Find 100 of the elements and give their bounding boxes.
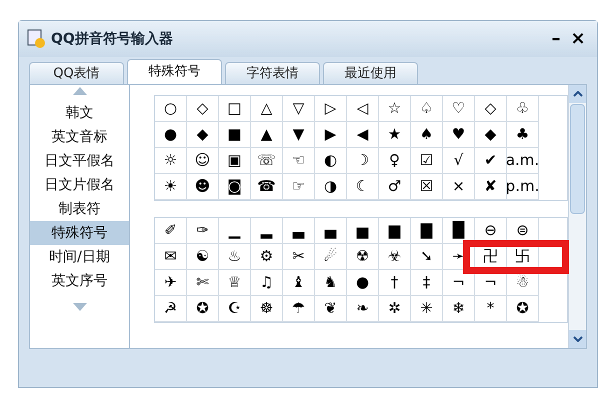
scroll-down-icon[interactable]	[572, 336, 582, 342]
symbol[interactable]: ✈	[164, 275, 177, 290]
scrollbar[interactable]	[568, 85, 586, 348]
symbol[interactable]: †	[390, 275, 398, 290]
symbol[interactable]: ❧	[356, 301, 369, 316]
symbol[interactable]: ♣	[516, 127, 530, 142]
symbol[interactable]: ❦	[324, 301, 337, 316]
symbol[interactable]: ●	[356, 275, 370, 290]
tab[interactable]: 最近使用	[323, 62, 418, 84]
sidebar-item[interactable]: 日文片假名	[30, 173, 129, 197]
symbol[interactable]: ¬	[484, 275, 497, 290]
symbol[interactable]: ×	[452, 179, 465, 194]
symbol[interactable]: ☎	[257, 179, 276, 194]
symbol[interactable]: ●	[164, 127, 178, 142]
tab[interactable]: 字符表情	[225, 62, 320, 84]
symbol[interactable]: ◁	[356, 101, 368, 116]
symbol[interactable]: ☼	[164, 153, 178, 168]
symbol[interactable]: ▶	[324, 127, 336, 142]
symbol[interactable]: ◀	[356, 127, 368, 142]
symbol[interactable]: 卐	[515, 249, 530, 264]
symbol[interactable]: ⊖	[484, 223, 497, 238]
symbol[interactable]: ☞	[292, 179, 306, 194]
symbol[interactable]: ▁	[228, 223, 240, 238]
symbol[interactable]: ⊜	[516, 223, 529, 238]
symbol[interactable]: ☣	[388, 249, 402, 264]
symbol[interactable]: ✳	[420, 301, 433, 316]
symbol[interactable]: a.m.	[506, 153, 540, 168]
symbol[interactable]: ◙	[227, 179, 242, 194]
symbol[interactable]: ☂	[292, 301, 306, 316]
symbol[interactable]: ◇	[484, 101, 496, 116]
sidebar-item[interactable]: 时间/日期	[30, 245, 129, 269]
symbol[interactable]: ♫	[260, 275, 274, 290]
close-button[interactable]: ×	[567, 30, 589, 48]
symbol[interactable]: ▽	[292, 101, 304, 116]
symbol[interactable]: ☽	[356, 153, 370, 168]
sidebar-item[interactable]: 制表符	[30, 197, 129, 221]
symbol[interactable]: ◑	[324, 179, 338, 194]
symbol[interactable]: √	[454, 153, 464, 168]
symbol[interactable]: *	[486, 301, 494, 316]
symbol[interactable]: ☻	[194, 179, 210, 194]
symbol[interactable]: ♥	[452, 127, 466, 142]
symbol[interactable]: ✉	[164, 249, 177, 264]
symbol[interactable]: ★	[388, 127, 402, 142]
symbol[interactable]: ☃	[516, 275, 530, 290]
sidebar-item[interactable]: 英文音标	[30, 125, 129, 149]
symbol[interactable]: ☢	[356, 249, 370, 264]
symbol[interactable]: ✑	[196, 223, 209, 238]
scroll-up-icon[interactable]	[572, 91, 582, 97]
tab[interactable]: 特殊符号	[127, 59, 222, 84]
symbol[interactable]: ▅	[356, 223, 368, 238]
symbol[interactable]: ✪	[516, 301, 529, 316]
symbol[interactable]: ▇	[420, 223, 432, 238]
symbol[interactable]: ✂	[292, 249, 305, 264]
symbol[interactable]: ▃	[292, 223, 304, 238]
symbol[interactable]: ◆	[196, 127, 208, 142]
symbol[interactable]: △	[260, 101, 272, 116]
symbol[interactable]: ♝	[292, 275, 306, 290]
tab[interactable]: QQ表情	[29, 62, 124, 84]
symbol[interactable]: ☆	[388, 101, 402, 116]
symbol[interactable]: ☏	[257, 153, 276, 168]
symbol[interactable]: ♡	[452, 101, 466, 116]
symbol[interactable]: ❄	[452, 301, 465, 316]
symbol[interactable]: 卍	[483, 249, 498, 264]
symbol[interactable]: ✘	[484, 179, 497, 194]
symbol[interactable]: ☪	[228, 301, 242, 316]
symbol[interactable]: ✲	[388, 301, 401, 316]
sidebar-item[interactable]: 特殊符号	[30, 221, 129, 245]
symbol[interactable]: ✪	[196, 301, 209, 316]
symbol[interactable]: p.m.	[506, 179, 540, 194]
symbol[interactable]: ‡	[422, 275, 430, 290]
symbol[interactable]: ☭	[164, 301, 178, 316]
symbol[interactable]: ☒	[420, 179, 434, 194]
symbol[interactable]: ♤	[420, 101, 434, 116]
sidebar-item[interactable]: 日文平假名	[30, 149, 129, 173]
symbol[interactable]: ☾	[356, 179, 370, 194]
symbol[interactable]: ♕	[228, 275, 242, 290]
symbol[interactable]: ♧	[516, 101, 530, 116]
symbol[interactable]: ♠	[420, 127, 434, 142]
symbol[interactable]: □	[227, 101, 242, 116]
symbol[interactable]: ▆	[388, 223, 400, 238]
symbol[interactable]: ☑	[420, 153, 434, 168]
sidebar-item[interactable]: 韩文	[30, 101, 129, 125]
symbol[interactable]: ▷	[324, 101, 336, 116]
symbol[interactable]: ♂	[388, 179, 402, 194]
symbol[interactable]: ✔	[484, 153, 497, 168]
symbol[interactable]: ✐	[164, 223, 177, 238]
symbol[interactable]: ♞	[324, 275, 338, 290]
symbol[interactable]: ♀	[389, 153, 400, 168]
symbol[interactable]: ▼	[292, 127, 304, 142]
symbol[interactable]: ○	[164, 101, 178, 116]
symbol[interactable]: ▣	[227, 153, 242, 168]
symbol[interactable]: ➘	[420, 249, 433, 264]
symbol[interactable]: ▂	[260, 223, 272, 238]
symbol[interactable]: ▲	[260, 127, 272, 142]
symbol[interactable]: ¬	[452, 275, 465, 290]
symbol[interactable]: ☄	[324, 249, 338, 264]
symbol[interactable]: ◆	[484, 127, 496, 142]
symbol[interactable]: █	[452, 223, 464, 238]
symbol[interactable]: ▄	[324, 223, 336, 238]
symbol[interactable]: ➛	[452, 249, 465, 264]
